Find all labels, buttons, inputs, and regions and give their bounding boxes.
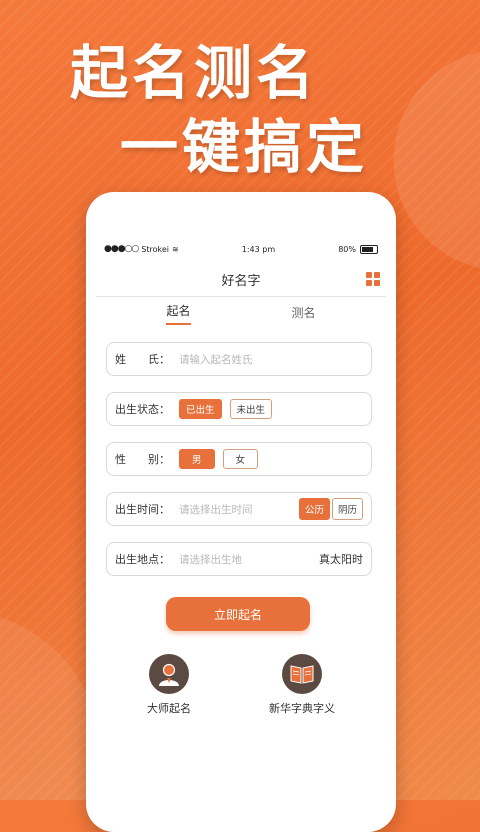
tab-name-test[interactable]: 测名	[291, 304, 315, 321]
tab-bar: 起名 测名	[116, 297, 366, 327]
battery-level: 80%	[338, 244, 356, 254]
wifi-icon: ≋	[171, 244, 179, 254]
birth-time-label: 出生时间：	[115, 503, 170, 516]
feature-master-label: 大师起名	[147, 702, 191, 715]
surname-label: 姓 氏：	[115, 353, 170, 366]
male-option[interactable]: 男	[179, 449, 215, 469]
feature-master-naming[interactable]: 大师起名	[147, 654, 191, 716]
lunar-option[interactable]: 阴历	[331, 498, 363, 520]
naming-form: 姓 氏： 请输入起名姓氏 出生状态： 已出生 未出生 性 别： 男 女 出生时间…	[106, 342, 372, 592]
birth-place-label: 出生地点：	[115, 553, 170, 566]
feature-dictionary-label: 新华字典字义	[269, 702, 335, 715]
born-option[interactable]: 已出生	[179, 399, 222, 419]
feature-dictionary[interactable]: 新华字典字义	[269, 654, 335, 716]
start-naming-button[interactable]: 立即起名	[166, 597, 310, 631]
hero-title-line1: 起名测名	[70, 39, 319, 107]
gregorian-option[interactable]: 公历	[298, 498, 330, 520]
carrier-name: Strokei	[141, 244, 169, 254]
calendar-toggle: 公历 阴历	[297, 498, 363, 520]
app-header: 好名字	[96, 262, 386, 297]
birth-status-field: 出生状态： 已出生 未出生	[106, 392, 372, 426]
gender-field: 性 别： 男 女	[106, 442, 372, 476]
unborn-option[interactable]: 未出生	[229, 399, 273, 419]
birth-place-field: 出生地点： 请选择出生地 真太阳时	[106, 542, 372, 576]
surname-field[interactable]: 姓 氏： 请输入起名姓氏	[106, 342, 372, 376]
surname-input[interactable]: 请输入起名姓氏	[179, 352, 363, 367]
gender-label: 性 别：	[115, 453, 170, 466]
clock: 1:43 pm	[241, 244, 276, 254]
dictionary-icon	[282, 654, 322, 694]
master-icon	[149, 654, 189, 694]
tab-naming[interactable]: 起名	[166, 302, 191, 325]
hero-title-line2: 一键搞定	[120, 113, 369, 181]
true-solar-time-button[interactable]: 真太阳时	[319, 551, 363, 567]
app-title: 好名字	[221, 273, 261, 289]
birth-time-input[interactable]: 请选择出生时间	[179, 502, 297, 517]
battery-icon	[359, 244, 378, 254]
birth-place-input[interactable]: 请选择出生地	[179, 552, 319, 567]
phone-mockup: ●●●○○ Strokei ≋ 1:43 pm 80% 好名字 起名 测名 姓 …	[86, 192, 396, 832]
feature-shortcuts: 大师起名 新华字典字义	[86, 654, 396, 716]
signal-icon: ●●●○○	[104, 244, 139, 254]
grid-menu-icon[interactable]	[366, 272, 380, 286]
birth-status-label: 出生状态：	[115, 403, 170, 416]
status-bar: ●●●○○ Strokei ≋ 1:43 pm 80%	[86, 236, 396, 262]
female-option[interactable]: 女	[222, 449, 259, 469]
birth-time-field: 出生时间： 请选择出生时间 公历 阴历	[106, 492, 372, 526]
